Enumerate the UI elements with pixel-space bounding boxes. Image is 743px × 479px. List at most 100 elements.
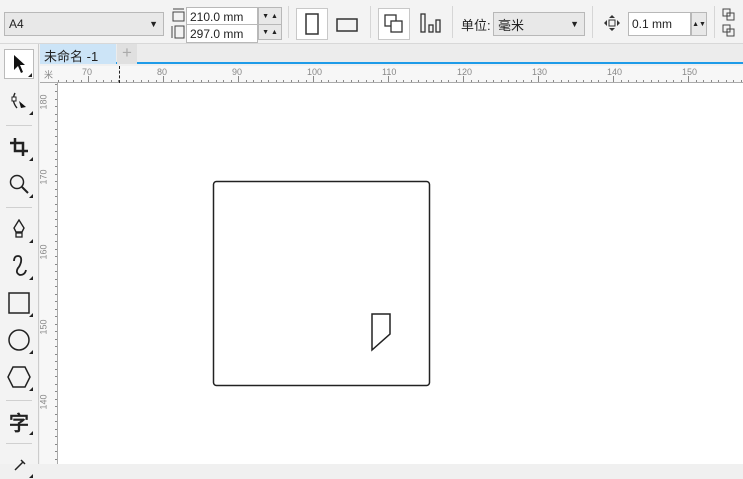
page-height-input[interactable]: 297.0 mm — [186, 24, 258, 43]
pentagon-shape[interactable] — [371, 313, 391, 352]
landscape-icon — [336, 18, 358, 32]
ruler-tick — [193, 80, 194, 82]
ruler-tick — [215, 80, 217, 82]
ruler-tick — [508, 80, 509, 82]
ruler-tick — [245, 80, 247, 82]
ruler-tick — [55, 368, 57, 370]
pen-tool[interactable] — [4, 214, 34, 244]
plus-icon: + — [122, 43, 132, 62]
nudge-input[interactable]: 0.1 mm — [628, 12, 691, 36]
ruler-tick — [55, 353, 57, 355]
page-size-dropdown[interactable]: A4 ▼ — [4, 12, 164, 36]
artistic-media-tool[interactable] — [4, 251, 34, 281]
property-bar: A4 ▼ 210.0 mm ▼ ▲ 297.0 mm ▼ ▲ 单位: 毫米 ▼ 0.… — [0, 0, 743, 44]
zoom-tool[interactable] — [4, 169, 34, 199]
rectangle-tool[interactable] — [4, 288, 34, 318]
ruler-tick — [55, 98, 57, 100]
crop-tool[interactable] — [4, 132, 34, 162]
landscape-button[interactable] — [336, 16, 358, 35]
cursor-guide — [119, 66, 120, 83]
ellipse-tool[interactable] — [4, 325, 34, 355]
ruler-tick — [658, 80, 659, 82]
ruler-tick-label: 80 — [157, 67, 168, 77]
ruler-tick-label: 180 — [38, 94, 49, 110]
magnifier-icon — [9, 174, 29, 194]
portrait-button[interactable] — [296, 8, 328, 40]
shape-edit-icon — [11, 92, 26, 109]
ruler-tick — [365, 80, 367, 82]
ruler-tick — [58, 80, 59, 82]
shape-tool[interactable] — [4, 86, 34, 116]
ruler-tick — [55, 158, 57, 160]
add-tab-button[interactable]: + — [117, 44, 137, 64]
chevron-down-icon: ▼ — [149, 19, 158, 29]
ruler-tick — [590, 80, 592, 82]
ruler-tick — [500, 80, 502, 82]
ruler-tick — [530, 80, 532, 82]
duplicate-distance-icon — [722, 8, 735, 37]
ruler-tick — [208, 80, 209, 82]
horizontal-ruler[interactable]: 米 70 80 90 100 110 120 130 140 150 — [40, 66, 743, 83]
units-dropdown[interactable]: 毫米 ▼ — [493, 12, 585, 36]
ruler-tick — [110, 80, 112, 82]
tab-label: 未命名 -1 — [44, 49, 99, 64]
ruler-tick — [680, 80, 682, 82]
ruler-tick — [268, 80, 269, 82]
pointer-icon — [14, 55, 25, 73]
page-height-spinner[interactable]: ▼ ▲ — [258, 24, 282, 40]
ruler-tick — [388, 76, 389, 82]
ruler-tick — [55, 136, 57, 137]
vertical-ruler[interactable]: 180 170 160 150 140 — [38, 83, 58, 464]
ruler-tick — [80, 80, 82, 82]
current-page-button[interactable] — [420, 13, 442, 36]
page-width-value: 210.0 mm — [190, 9, 244, 24]
text-tool[interactable]: 字 — [4, 406, 34, 436]
ruler-tick — [55, 421, 57, 422]
ruler-tick — [55, 383, 57, 385]
ruler-tick — [55, 248, 57, 250]
ruler-tick — [103, 80, 104, 82]
ruler-tick — [55, 121, 57, 122]
ruler-tick-label: 110 — [382, 67, 397, 77]
pick-tool[interactable] — [4, 49, 34, 79]
ruler-tick — [275, 80, 277, 82]
ruler-tick — [223, 80, 224, 82]
drawing-canvas[interactable] — [58, 83, 743, 464]
ellipse-icon — [8, 329, 30, 351]
ruler-tick — [55, 458, 57, 460]
ruler-tick — [55, 218, 57, 220]
ruler-tick — [55, 293, 57, 295]
ruler-tick — [55, 211, 57, 212]
all-pages-button[interactable] — [378, 8, 410, 40]
ruler-tick — [538, 76, 539, 82]
ruler-tick — [55, 346, 57, 347]
ruler-tick — [343, 80, 344, 82]
nudge-spinner[interactable]: ▲▼ — [691, 12, 707, 36]
ruler-tick — [710, 80, 712, 82]
ruler-tick — [418, 80, 419, 82]
ruler-tick — [553, 80, 554, 82]
ruler-tick — [583, 80, 584, 82]
ruler-tick — [55, 256, 57, 257]
ruler-tick — [643, 80, 644, 82]
ruler-tick — [163, 76, 164, 82]
ruler-tick — [260, 80, 262, 82]
ruler-tick — [155, 80, 157, 82]
square-shape[interactable] — [212, 180, 431, 387]
ruler-tick — [350, 80, 352, 82]
ruler-tick — [403, 80, 404, 82]
page-height-icon — [171, 25, 185, 39]
ruler-tick — [230, 80, 232, 82]
ruler-tick — [493, 80, 494, 82]
tab-document[interactable]: 未命名 -1 — [40, 44, 116, 64]
ruler-tick-label: 70 — [82, 67, 93, 77]
polygon-tool[interactable] — [4, 362, 34, 392]
ruler-tick — [305, 80, 307, 82]
dimension-tool[interactable] — [4, 449, 34, 479]
ruler-tick — [55, 263, 57, 265]
ruler-tick — [328, 80, 329, 82]
ruler-tick — [703, 80, 704, 82]
ruler-tick — [55, 278, 57, 280]
text-icon: 字 — [9, 412, 29, 435]
units-value: 毫米 — [498, 17, 525, 33]
